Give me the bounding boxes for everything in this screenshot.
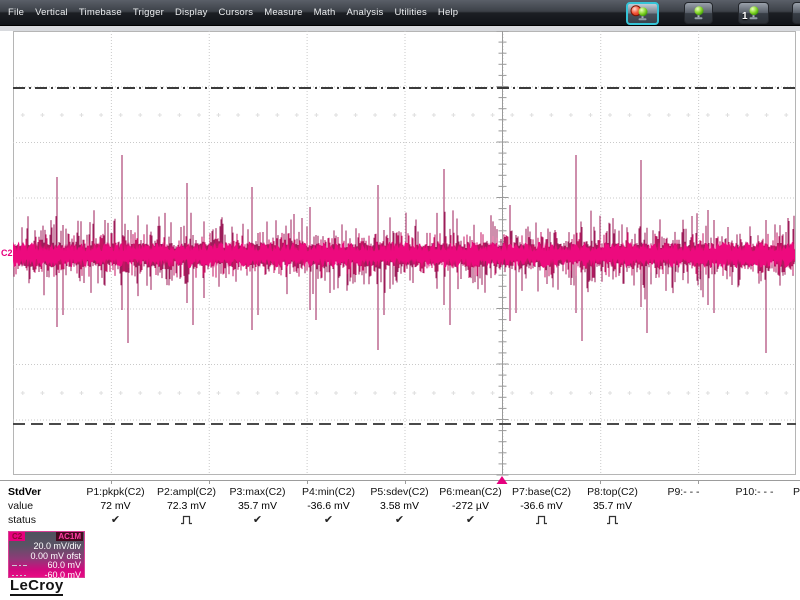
measure-label: P4:min(C2) xyxy=(293,485,364,499)
measure-column-p7[interactable]: P7:base(C2)-36.6 mV xyxy=(506,485,577,527)
measure-status: ✔ xyxy=(80,513,151,527)
menu-item-utilities[interactable]: Utilities xyxy=(394,7,426,18)
measure-column-p1[interactable]: P1:pkpk(C2)72 mV✔ xyxy=(80,485,151,527)
display-orb-icon xyxy=(746,6,761,19)
trigger-position-marker[interactable] xyxy=(497,476,508,484)
measure-row-labels: StdVer value status xyxy=(0,485,80,527)
measure-status xyxy=(506,513,577,527)
coupling-badge: AC1M xyxy=(56,532,83,541)
measure-status xyxy=(648,513,719,527)
waveform-grid[interactable] xyxy=(13,31,796,484)
measure-column-p4[interactable]: P4:min(C2)-36.6 mV✔ xyxy=(293,485,364,527)
measure-value: 3.58 mV xyxy=(364,499,435,513)
measure-status: ✔ xyxy=(364,513,435,527)
lecroy-scope-screen: { "menu": { "items": ["File","Vertical",… xyxy=(0,0,800,600)
measure-column-p3[interactable]: P3:max(C2)35.7 mV✔ xyxy=(222,485,293,527)
display-orb-icon xyxy=(691,6,706,19)
check-icon: ✔ xyxy=(395,514,404,526)
measure-value: 72.3 mV xyxy=(151,499,222,513)
pulse-icon xyxy=(180,515,193,525)
measure-label: P1:pkpk(C2) xyxy=(80,485,151,499)
measure-column-p10[interactable]: P10:- - - xyxy=(719,485,790,527)
measure-label: P8:top(C2) xyxy=(577,485,648,499)
measure-set-label: StdVer xyxy=(8,485,80,499)
measure-value xyxy=(719,499,790,513)
measure-status xyxy=(719,513,790,527)
channel-name-chip: C2 xyxy=(9,532,25,541)
timer-display-button[interactable] xyxy=(626,2,659,25)
menu-item-display[interactable]: Display xyxy=(175,7,208,18)
menu-item-vertical[interactable]: Vertical xyxy=(35,7,68,18)
scope-display[interactable] xyxy=(13,31,796,484)
measure-value: -36.6 mV xyxy=(506,499,577,513)
measure-status: ✔ xyxy=(435,513,506,527)
measure-label: P5:sdev(C2) xyxy=(364,485,435,499)
menu-item-analysis[interactable]: Analysis xyxy=(347,7,384,18)
measure-label: P3:max(C2) xyxy=(222,485,293,499)
display-1-button[interactable]: 1 xyxy=(738,2,769,24)
status-row-label: status xyxy=(8,513,80,527)
measure-column-p9[interactable]: P9:- - - xyxy=(648,485,719,527)
measure-value: 72 mV xyxy=(80,499,151,513)
display-orb-icon xyxy=(635,7,650,20)
measure-status xyxy=(577,513,648,527)
waveform-trace-c2 xyxy=(13,155,795,353)
channel-zero-marker[interactable]: C2 xyxy=(1,248,13,258)
dotted-line-icon xyxy=(12,575,27,576)
measure-column-p5[interactable]: P5:sdev(C2)3.58 mV✔ xyxy=(364,485,435,527)
menu-item-help[interactable]: Help xyxy=(438,7,458,18)
display-button[interactable] xyxy=(684,2,713,24)
clipped-toolbar-button[interactable] xyxy=(792,2,800,24)
measure-status xyxy=(151,513,222,527)
menu-bar: File Vertical Timebase Trigger Display Cursor… xyxy=(0,0,800,26)
menu-item-trigger[interactable]: Trigger xyxy=(133,7,164,18)
measure-value: -36.6 mV xyxy=(293,499,364,513)
value-row-label: value xyxy=(8,499,80,513)
menu-item-file[interactable]: File xyxy=(8,7,24,18)
menu-item-measure[interactable]: Measure xyxy=(264,7,302,18)
measure-column-p8[interactable]: P8:top(C2)35.7 mV xyxy=(577,485,648,527)
pulse-icon xyxy=(535,515,548,525)
measure-table: StdVer value status P1:pkpk(C2)72 mV✔P2:… xyxy=(0,478,800,531)
display-1-badge: 1 xyxy=(742,11,748,22)
measure-label: P2:ampl(C2) xyxy=(151,485,222,499)
check-icon: ✔ xyxy=(111,514,120,526)
measure-column-p2[interactable]: P2:ampl(C2)72.3 mV xyxy=(151,485,222,527)
menu-item-timebase[interactable]: Timebase xyxy=(79,7,122,18)
clipped-measure-column: P xyxy=(793,485,800,499)
channel-c2-descriptor-box[interactable]: C2 AC1M 20.0 mV/div 0.00 mV ofst 60.0 mV… xyxy=(8,531,85,578)
measure-value: 35.7 mV xyxy=(577,499,648,513)
measure-label: P10:- - - xyxy=(719,485,790,499)
menu-item-math[interactable]: Math xyxy=(314,7,336,18)
menu-item-cursors[interactable]: Cursors xyxy=(219,7,254,18)
pulse-icon xyxy=(606,515,619,525)
measure-label: P6:mean(C2) xyxy=(435,485,506,499)
measure-status: ✔ xyxy=(222,513,293,527)
lecroy-logo: LeCroy xyxy=(10,578,63,596)
measure-label: P9:- - - xyxy=(648,485,719,499)
check-icon: ✔ xyxy=(253,514,262,526)
measure-value: 35.7 mV xyxy=(222,499,293,513)
measure-table-columns: P1:pkpk(C2)72 mV✔P2:ampl(C2)72.3 mVP3:ma… xyxy=(80,485,790,527)
dashdot-line-icon xyxy=(12,565,27,566)
measure-value: -272 µV xyxy=(435,499,506,513)
check-icon: ✔ xyxy=(324,514,333,526)
check-icon: ✔ xyxy=(466,514,475,526)
measure-label: P7:base(C2) xyxy=(506,485,577,499)
measure-column-p6[interactable]: P6:mean(C2)-272 µV✔ xyxy=(435,485,506,527)
measure-status: ✔ xyxy=(293,513,364,527)
measure-value xyxy=(648,499,719,513)
